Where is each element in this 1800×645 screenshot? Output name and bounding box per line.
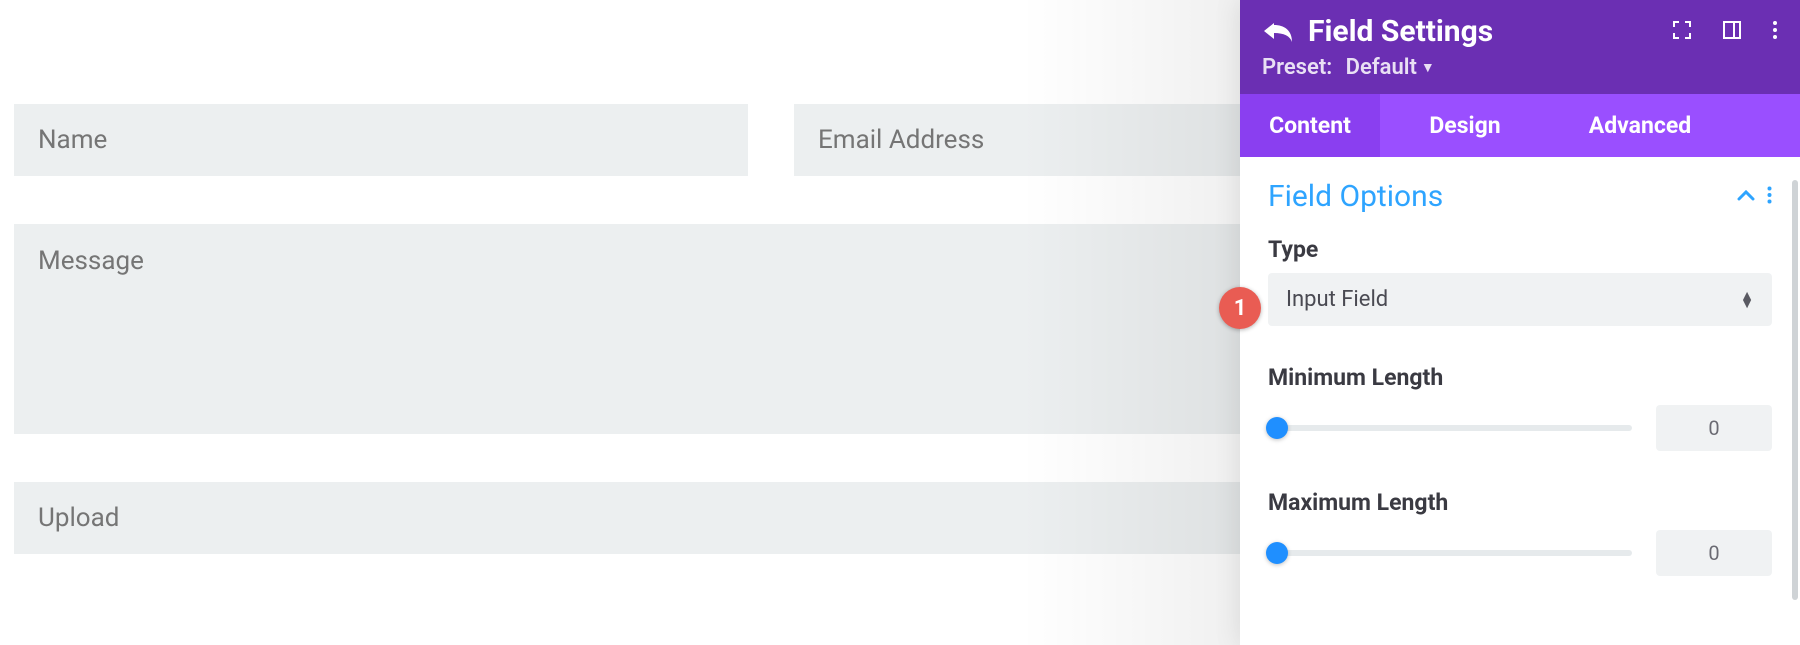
slider-thumb[interactable]: [1266, 542, 1288, 564]
panel-body: Field Options Type Input Field ▲▼: [1240, 157, 1800, 645]
step-badge-1: 1: [1219, 287, 1261, 329]
min-length-label: Minimum Length: [1268, 364, 1772, 391]
type-label: Type: [1268, 236, 1772, 263]
expand-icon[interactable]: [1672, 20, 1692, 44]
section-title: Field Options: [1268, 179, 1443, 214]
preset-value: Default: [1346, 55, 1417, 80]
panel-title: Field Settings: [1308, 14, 1493, 49]
slider-track: [1268, 425, 1632, 431]
tab-advanced[interactable]: Advanced: [1550, 94, 1730, 157]
preset-label: Preset:: [1262, 55, 1332, 80]
max-length-label: Maximum Length: [1268, 489, 1772, 516]
panel-header-actions: [1672, 20, 1778, 44]
slider-track: [1268, 550, 1632, 556]
name-field[interactable]: [14, 104, 748, 176]
kebab-menu-icon[interactable]: [1772, 20, 1778, 44]
max-length-value[interactable]: [1656, 530, 1772, 576]
preset-selector[interactable]: Preset: Default ▼: [1262, 55, 1778, 80]
tab-design[interactable]: Design: [1380, 94, 1550, 157]
back-icon[interactable]: [1262, 20, 1294, 44]
max-length-group: Maximum Length: [1268, 489, 1772, 576]
panel-scrollbar[interactable]: [1792, 180, 1798, 600]
max-length-slider[interactable]: [1268, 542, 1632, 564]
max-length-row: [1268, 530, 1772, 576]
slider-thumb[interactable]: [1266, 417, 1288, 439]
panel-header-top: Field Settings: [1262, 14, 1778, 49]
caret-down-icon: ▼: [1421, 59, 1435, 76]
collapse-section-icon[interactable]: [1737, 187, 1755, 206]
section-head-actions: [1737, 186, 1772, 208]
panel-layout-icon[interactable]: [1722, 20, 1742, 44]
min-length-value[interactable]: [1656, 405, 1772, 451]
min-length-row: [1268, 405, 1772, 451]
panel-header: Field Settings: [1240, 0, 1800, 94]
tab-content[interactable]: Content: [1240, 94, 1380, 157]
settings-panel: Field Settings: [1240, 0, 1800, 645]
min-length-slider[interactable]: [1268, 417, 1632, 439]
type-select-value: Input Field: [1286, 287, 1388, 312]
type-select[interactable]: Input Field ▲▼: [1268, 273, 1772, 326]
min-length-group: Minimum Length: [1268, 364, 1772, 451]
panel-tabs: Content Design Advanced: [1240, 94, 1800, 157]
section-kebab-icon[interactable]: [1767, 186, 1772, 208]
sort-arrows-icon: ▲▼: [1740, 292, 1754, 308]
section-head: Field Options: [1268, 179, 1772, 214]
